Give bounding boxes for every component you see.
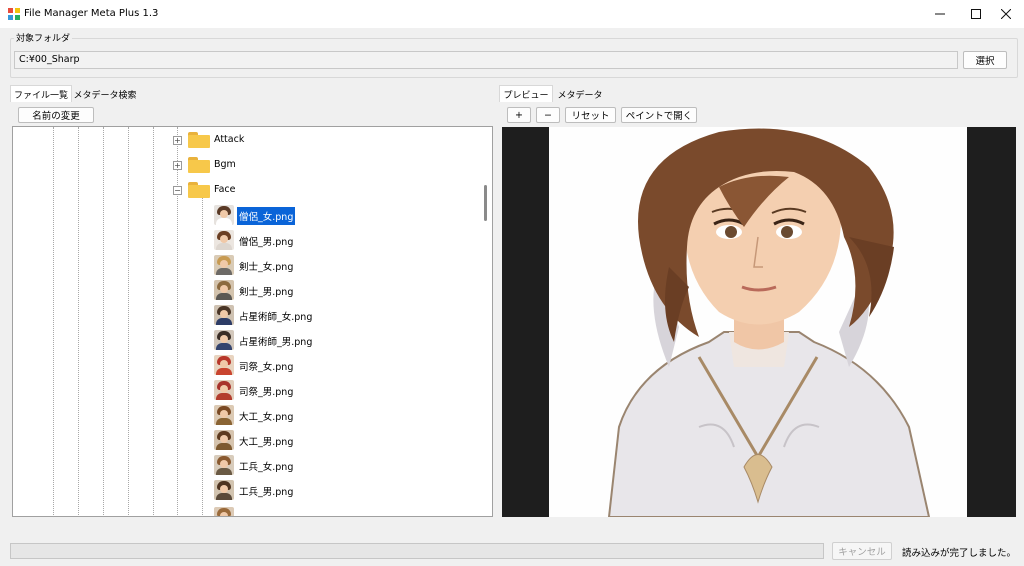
- file-label: 司祭_女.png: [239, 362, 294, 373]
- tree-file-item[interactable]: 占星術師_男.png: [13, 329, 483, 351]
- image-thumbnail-icon: [214, 330, 234, 350]
- preview-panel[interactable]: [502, 127, 1016, 517]
- image-thumbnail-icon: [214, 305, 234, 325]
- folder-icon: [188, 157, 210, 173]
- select-folder-button[interactable]: 選択: [963, 51, 1007, 69]
- tree-file-item[interactable]: 僧侶_男.png: [13, 229, 483, 251]
- open-in-paint-button[interactable]: ペイントで開く: [621, 107, 697, 123]
- close-button[interactable]: [988, 0, 1024, 28]
- file-label: 司祭_男.png: [239, 387, 294, 398]
- tree-file-item[interactable]: 僧侶_女.png: [13, 204, 483, 226]
- folder-label: Bgm: [214, 159, 236, 170]
- zoom-in-button[interactable]: +: [507, 107, 531, 123]
- tree-file-item[interactable]: 工兵_男.png: [13, 479, 483, 501]
- tab-preview[interactable]: プレビュー: [499, 85, 553, 102]
- preview-image: [549, 127, 967, 517]
- image-thumbnail-icon: [214, 455, 234, 475]
- file-label: 工兵_女.png: [239, 462, 294, 473]
- tree-folder-attack[interactable]: + Attack: [13, 129, 483, 151]
- tree-scrollbar-thumb[interactable]: [484, 185, 487, 221]
- status-text: 読み込みが完了しました。: [902, 548, 1017, 559]
- file-label: 剣士_女.png: [239, 262, 294, 273]
- rename-button[interactable]: 名前の変更: [18, 107, 94, 123]
- file-label: 僧侶_女.png: [237, 207, 296, 225]
- maximize-icon: [971, 9, 981, 19]
- image-thumbnail-icon: [214, 405, 234, 425]
- tree-file-item[interactable]: 大工_女.png: [13, 404, 483, 426]
- cancel-button[interactable]: キャンセル: [832, 542, 892, 560]
- app-icon: [8, 8, 20, 20]
- tree-file-item[interactable]: 剣士_女.png: [13, 254, 483, 276]
- tree-file-item[interactable]: 司祭_男.png: [13, 379, 483, 401]
- image-thumbnail-icon: [214, 355, 234, 375]
- character-portrait-image: [549, 127, 967, 517]
- tree-file-item[interactable]: 剣士_男.png: [13, 279, 483, 301]
- minimize-icon: [935, 13, 945, 15]
- image-thumbnail-icon: [214, 430, 234, 450]
- tree-file-item[interactable]: 工兵_女.png: [13, 454, 483, 476]
- tree-file-item[interactable]: 司祭_女.png: [13, 354, 483, 376]
- close-icon: [1001, 9, 1011, 19]
- folder-open-icon: [188, 182, 210, 198]
- image-thumbnail-icon: [214, 280, 234, 300]
- tree-file-item-partial[interactable]: [13, 504, 483, 516]
- tree-file-item[interactable]: 占星術師_女.png: [13, 304, 483, 326]
- reset-zoom-button[interactable]: リセット: [565, 107, 616, 123]
- window-title: File Manager Meta Plus 1.3: [24, 8, 159, 19]
- collapse-icon[interactable]: −: [173, 186, 182, 195]
- image-thumbnail-icon: [214, 380, 234, 400]
- file-label: 僧侶_男.png: [239, 237, 294, 248]
- folder-label: Attack: [214, 134, 245, 145]
- minimize-button[interactable]: [922, 0, 958, 28]
- folder-path-field[interactable]: C:¥00_Sharp: [14, 51, 958, 69]
- image-thumbnail-icon: [214, 230, 234, 250]
- folder-label: Face: [214, 184, 236, 195]
- progress-bar: [10, 543, 824, 559]
- tab-file-list[interactable]: ファイル一覧: [10, 85, 72, 102]
- image-thumbnail-icon: [214, 507, 234, 516]
- tab-metadata-search[interactable]: メタデータ検索: [72, 86, 138, 102]
- file-label: 大工_男.png: [239, 437, 294, 448]
- tree-folder-face[interactable]: − Face: [13, 179, 483, 201]
- folder-icon: [188, 132, 210, 148]
- file-label: 工兵_男.png: [239, 487, 294, 498]
- file-label: 占星術師_女.png: [239, 312, 313, 323]
- image-thumbnail-icon: [214, 255, 234, 275]
- title-bar: File Manager Meta Plus 1.3: [0, 0, 1024, 28]
- file-label: 剣士_男.png: [239, 287, 294, 298]
- expand-icon[interactable]: +: [173, 136, 182, 145]
- target-folder-label: 対象フォルダ: [14, 31, 73, 44]
- file-label: 大工_女.png: [239, 412, 294, 423]
- tree-folder-bgm[interactable]: + Bgm: [13, 154, 483, 176]
- zoom-out-button[interactable]: −: [536, 107, 560, 123]
- tab-metadata[interactable]: メタデータ: [554, 86, 606, 102]
- file-label: 占星術師_男.png: [239, 337, 313, 348]
- image-thumbnail-icon: [214, 480, 234, 500]
- image-thumbnail-icon: [214, 205, 234, 225]
- tree-file-item[interactable]: 大工_男.png: [13, 429, 483, 451]
- file-tree[interactable]: + Attack + Bgm − Face 僧侶_女.png 僧侶_男.png …: [12, 126, 493, 517]
- expand-icon[interactable]: +: [173, 161, 182, 170]
